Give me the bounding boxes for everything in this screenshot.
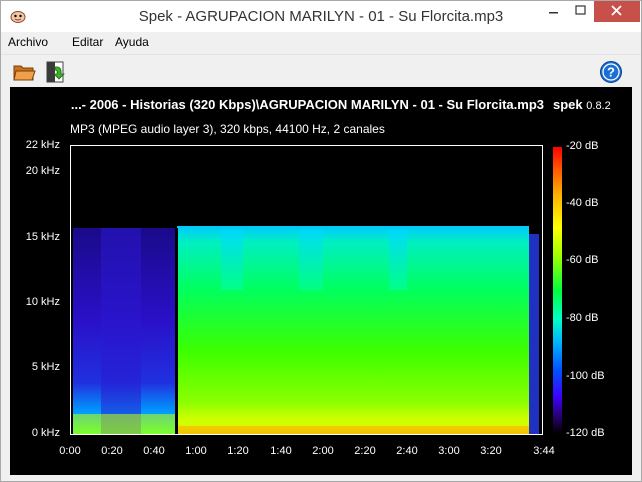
db-label: -120 dB <box>566 427 605 439</box>
menu-ayuda[interactable]: Ayuda <box>115 35 149 49</box>
spectrogram-panel: ...- 2006 - Historias (320 Kbps)\AGRUPAC… <box>10 87 632 475</box>
menu-archivo[interactable]: Archivo <box>8 35 48 49</box>
menu-bar: Archivo Editar Ayuda <box>1 32 641 53</box>
db-label: -80 dB <box>566 312 599 324</box>
help-icon[interactable]: ? <box>599 60 623 84</box>
freq-label: 0 kHz <box>31 427 60 439</box>
stream-info: MP3 (MPEG audio layer 3), 320 kbps, 4410… <box>70 122 385 136</box>
freq-label: 15 kHz <box>25 231 60 243</box>
freq-label: 22 kHz <box>25 139 60 151</box>
folder-open-icon[interactable] <box>12 60 36 84</box>
time-label: 2:20 <box>354 445 376 457</box>
freq-label: 5 kHz <box>31 361 60 373</box>
time-label: 3:44 <box>533 445 555 457</box>
time-label: 0:00 <box>59 445 81 457</box>
maximize-icon <box>575 5 586 15</box>
time-label: 3:00 <box>438 445 460 457</box>
svg-text:?: ? <box>607 65 615 80</box>
menu-editar[interactable]: Editar <box>72 35 103 49</box>
time-label: 0:40 <box>143 445 165 457</box>
save-image-icon[interactable] <box>43 60 67 84</box>
spectrogram-plot[interactable] <box>70 145 543 435</box>
decibel-color-bar <box>553 147 562 434</box>
brand-name: spek <box>553 97 583 112</box>
brand-label: spek 0.8.2 <box>553 97 611 112</box>
file-path-label: ...- 2006 - Historias (320 Kbps)\AGRUPAC… <box>70 97 544 112</box>
title-bar[interactable]: Spek - AGRUPACION MARILYN - 01 - Su Flor… <box>1 1 641 32</box>
time-label: 2:00 <box>312 445 334 457</box>
time-label: 0:20 <box>101 445 123 457</box>
spek-window: Spek - AGRUPACION MARILYN - 01 - Su Flor… <box>0 0 642 482</box>
close-button[interactable] <box>594 1 640 22</box>
close-icon <box>611 5 622 16</box>
minimize-button[interactable] <box>540 1 567 22</box>
time-label: 1:20 <box>227 445 249 457</box>
spectrogram-image <box>71 146 542 434</box>
time-label: 1:00 <box>185 445 207 457</box>
brand-version: 0.8.2 <box>586 100 611 112</box>
db-label: -20 dB <box>566 140 599 152</box>
toolbar: ? <box>1 54 641 86</box>
minimize-icon <box>549 12 558 14</box>
freq-label: 10 kHz <box>25 296 60 308</box>
time-label: 1:40 <box>270 445 292 457</box>
maximize-button[interactable] <box>567 1 594 22</box>
time-label: 3:20 <box>480 445 502 457</box>
db-label: -100 dB <box>566 370 605 382</box>
time-label: 2:40 <box>396 445 418 457</box>
freq-label: 20 kHz <box>25 165 60 177</box>
db-label: -40 dB <box>566 197 599 209</box>
db-label: -60 dB <box>566 254 599 266</box>
